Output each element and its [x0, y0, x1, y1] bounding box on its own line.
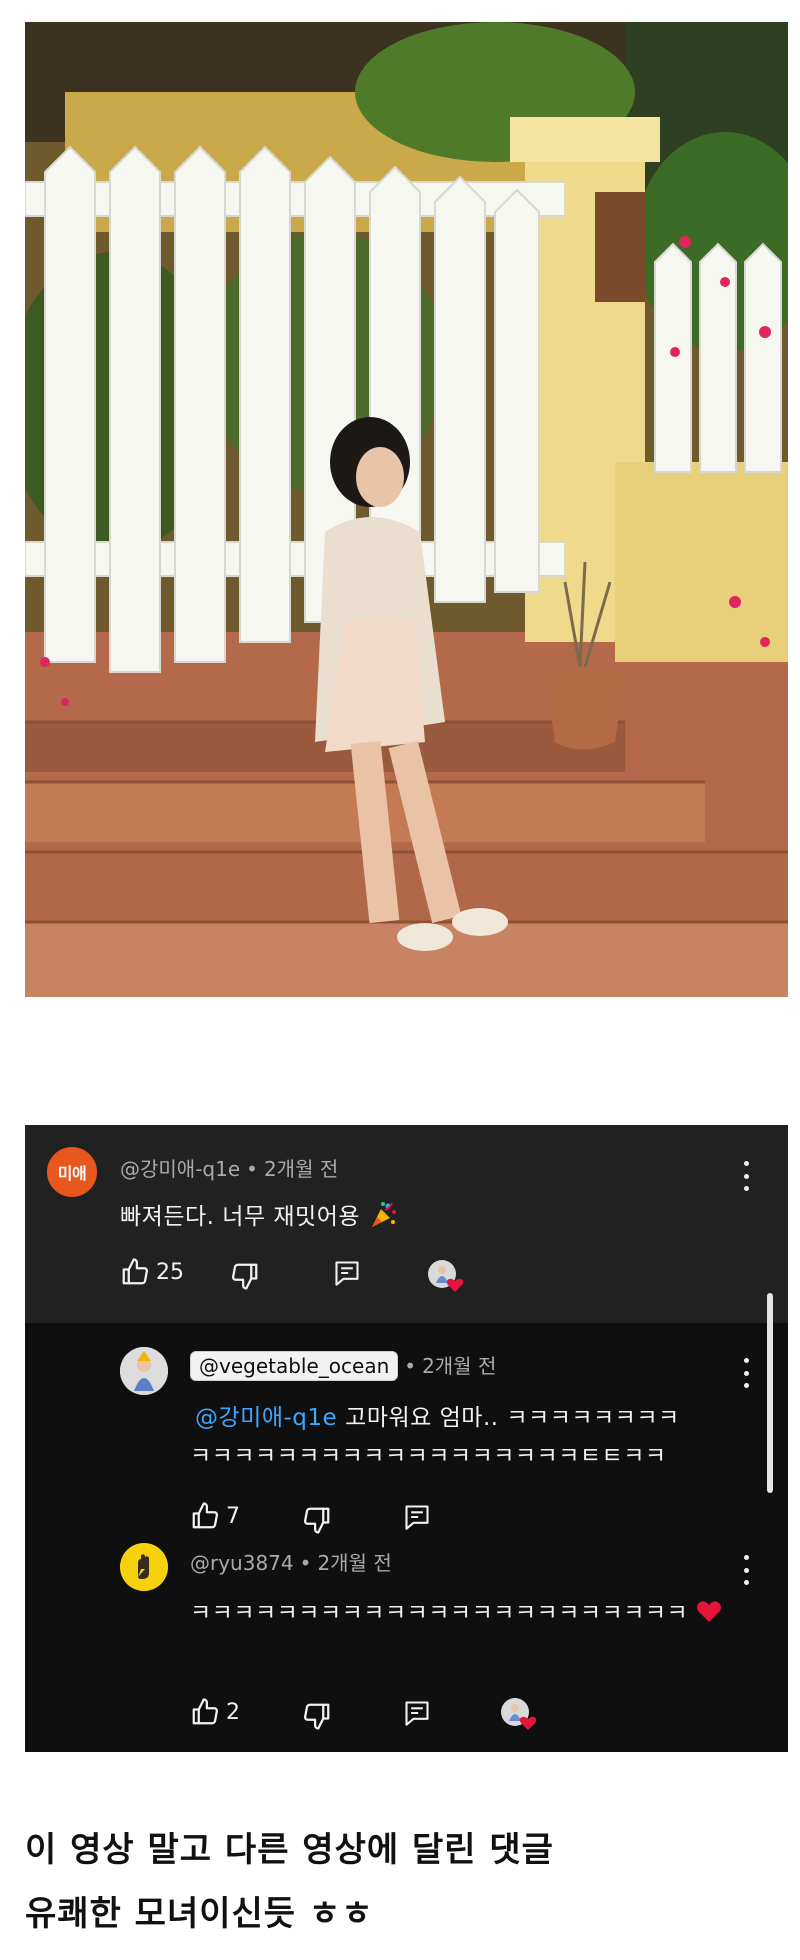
dislike-button[interactable] — [230, 1261, 260, 1291]
like-count: 7 — [226, 1503, 240, 1529]
reply-button[interactable] — [403, 1503, 431, 1531]
more-options-icon[interactable] — [738, 1161, 754, 1191]
thumbs-down-icon — [232, 1263, 258, 1290]
top-comment: 미애 @강미애-q1e • 2개월 전 빠져든다. 너무 재밋어용 25 — [25, 1125, 788, 1323]
more-options-icon[interactable] — [738, 1555, 754, 1585]
comments-panel: 미애 @강미애-q1e • 2개월 전 빠져든다. 너무 재밋어용 25 @ve… — [25, 1125, 788, 1752]
heart-icon — [519, 1716, 537, 1730]
comment-text: ㅋㅋㅋㅋㅋㅋㅋㅋㅋㅋㅋㅋㅋㅋㅋㅋㅋㅋㅋㅋㅋㅋㅋ — [190, 1593, 722, 1629]
avatar-illustration — [120, 1347, 168, 1395]
comment-text-content: ㅋㅋㅋㅋㅋㅋㅋㅋㅋㅋㅋㅋㅋㅋㅋㅋㅋㅋㅋㅋㅋㅋㅋ — [190, 1600, 689, 1626]
meta-separator: • — [404, 1354, 417, 1378]
comment-meta: @ryu3874 • 2개월 전 — [190, 1547, 392, 1576]
caption-line-1: 이 영상 말고 다른 영상에 달린 댓글 — [25, 1830, 554, 1870]
meta-separator: • — [246, 1157, 258, 1181]
creator-heart — [427, 1259, 464, 1292]
comment-author[interactable]: @ryu3874 — [190, 1551, 294, 1575]
avatar-initials: 미애 — [57, 1164, 87, 1183]
thumbs-up-icon — [192, 1502, 218, 1529]
comment-time: 2개월 전 — [263, 1157, 339, 1181]
like-count: 25 — [156, 1259, 184, 1285]
party-popper-icon — [368, 1200, 398, 1236]
like-count: 2 — [226, 1699, 240, 1725]
reply-icon — [405, 1701, 429, 1726]
scrollbar[interactable] — [767, 1293, 773, 1493]
like-button[interactable]: 25 — [120, 1257, 184, 1287]
reply-button[interactable] — [403, 1699, 431, 1727]
comment-text-content: 빠져든다. 너무 재밋어용 — [120, 1204, 361, 1230]
reply-icon — [405, 1505, 429, 1530]
like-button[interactable]: 2 — [190, 1697, 240, 1727]
reply-text-line2: ㅋㅋㅋㅋㅋㅋㅋㅋㅋㅋㅋㅋㅋㅋㅋㅋㅋㅋㅌㅌㅋㅋ — [190, 1436, 667, 1470]
avatar-illustration — [120, 1543, 168, 1591]
post-photo — [25, 22, 788, 997]
heart-icon — [446, 1278, 464, 1292]
reply-button[interactable] — [333, 1259, 361, 1287]
reply-text-line1: @강미애-q1e 고마워요 엄마.. ㅋㅋㅋㅋㅋㅋㅋㅋ — [195, 1398, 680, 1432]
dislike-button[interactable] — [302, 1505, 332, 1535]
comment-meta: @vegetable_ocean • 2개월 전 — [190, 1350, 496, 1381]
like-button[interactable]: 7 — [190, 1501, 240, 1531]
meta-separator: • — [299, 1551, 312, 1575]
reply-text-continued: ㅋㅋㅋㅋㅋㅋㅋㅋㅋㅋㅋㅋㅋㅋㅋㅋㅋㅋㅌㅌㅋㅋ — [190, 1443, 667, 1469]
dislike-button[interactable] — [302, 1701, 332, 1731]
heart-icon — [696, 1599, 722, 1629]
caption-line-2: 유쾌한 모녀이신듯 ㅎㅎ — [25, 1894, 374, 1934]
thumbs-up-icon — [192, 1698, 218, 1725]
comment-time: 2개월 전 — [422, 1354, 497, 1378]
comment-author[interactable]: @vegetable_ocean — [190, 1351, 399, 1381]
comment-text: 빠져든다. 너무 재밋어용 — [120, 1197, 398, 1236]
reply-mention[interactable]: @강미애-q1e — [195, 1405, 337, 1431]
reply-icon — [335, 1261, 359, 1286]
comment-time: 2개월 전 — [317, 1551, 392, 1575]
creator-heart — [500, 1697, 537, 1730]
avatar[interactable] — [120, 1347, 168, 1395]
comment-meta: @강미애-q1e • 2개월 전 — [120, 1153, 338, 1182]
avatar[interactable]: 미애 — [47, 1147, 97, 1197]
thumbs-down-icon — [304, 1703, 330, 1730]
comment-author[interactable]: @강미애-q1e — [120, 1157, 240, 1181]
more-options-icon[interactable] — [738, 1358, 754, 1388]
thumbs-up-icon — [122, 1258, 148, 1285]
avatar[interactable] — [120, 1543, 168, 1591]
photo-illustration — [25, 22, 788, 997]
thumbs-down-icon — [304, 1507, 330, 1534]
reply-text: 고마워요 엄마.. ㅋㅋㅋㅋㅋㅋㅋㅋ — [345, 1405, 680, 1431]
